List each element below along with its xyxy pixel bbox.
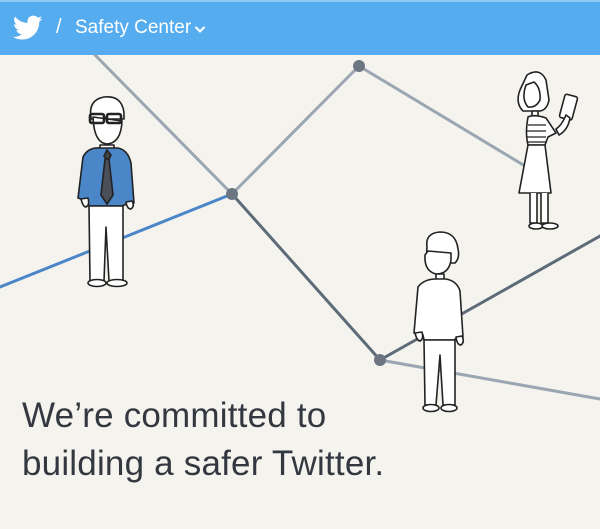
breadcrumb-separator: / — [56, 16, 62, 38]
top-navigation-bar: / Safety Center — [0, 0, 600, 55]
headline-line-1: We’re committed to — [22, 396, 327, 435]
hero-headline: We’re committed to building a safer Twit… — [22, 392, 492, 488]
safety-center-dropdown[interactable]: Safety Center — [75, 17, 206, 39]
twitter-bird-icon[interactable] — [13, 15, 43, 41]
headline-line-2: building a safer Twitter. — [22, 444, 385, 483]
person-curly-hair-figure — [413, 231, 465, 413]
section-title: Safety Center — [75, 17, 192, 38]
person-woman-figure — [517, 71, 579, 230]
person-glasses-figure — [77, 96, 135, 288]
chevron-down-icon — [195, 26, 206, 33]
